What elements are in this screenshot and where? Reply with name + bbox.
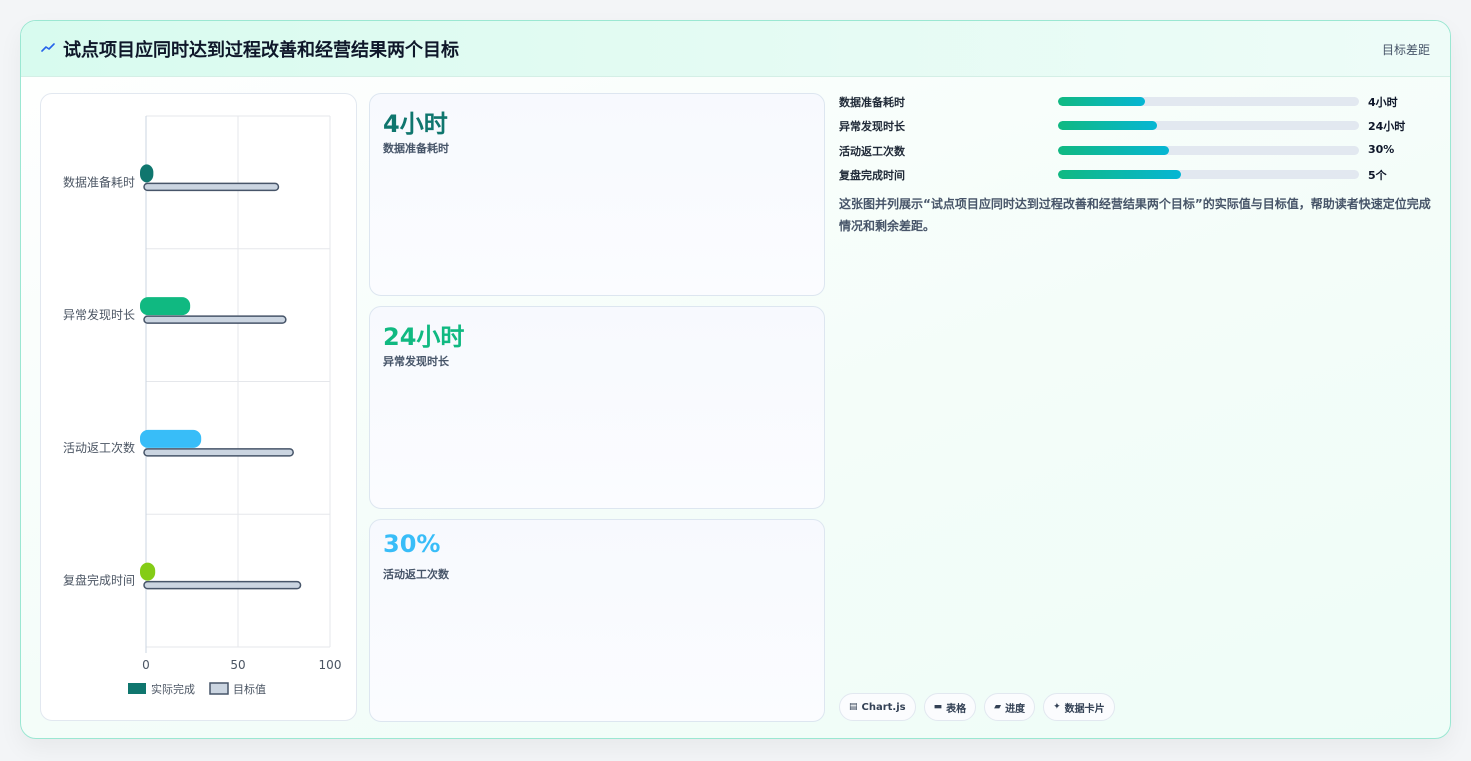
tag-label: 进度 xyxy=(1005,703,1026,715)
progress-row: 活动返工次数 30% xyxy=(839,143,1439,159)
tag-list: ▤ Chart.js ▬ 表格 ▰ 进度 ✦ 数据卡片 xyxy=(839,693,1115,721)
metric-card: 24小时 异常发现时长 xyxy=(369,306,825,509)
metric-label: 异常发现时长 xyxy=(383,355,449,368)
progress-track xyxy=(1058,146,1359,155)
card-header: 试点项目应同时达到过程改善和经营结果两个目标 目标差距 xyxy=(21,21,1450,77)
actual-bar xyxy=(140,429,202,448)
progress-track xyxy=(1058,121,1359,130)
progress-fill xyxy=(1058,170,1182,179)
x-tick-label: 100 xyxy=(319,658,342,672)
table-icon: ▬ xyxy=(933,702,943,712)
y-tick-label: 复盘完成时间 xyxy=(63,573,135,588)
metric-card: 30% 活动返工次数 xyxy=(369,519,825,722)
actual-bar xyxy=(140,297,191,316)
legend-swatch-target xyxy=(209,682,229,695)
target-gap-link[interactable]: 目标差距 xyxy=(1382,41,1430,58)
actual-bar xyxy=(140,164,154,183)
metric-value: 4小时 xyxy=(383,110,448,138)
progress-value: 24小时 xyxy=(1368,120,1406,133)
bar-chart-panel: 数据准备耗时 异常发现时长 活动返工次数 复盘完成时间 0 50 100 实际完成 目标值 xyxy=(40,93,357,721)
progress-fill xyxy=(1058,121,1158,130)
progress-row: 异常发现时长 24小时 xyxy=(839,118,1439,134)
target-bar xyxy=(143,580,302,590)
tag-progress[interactable]: ▰ 进度 xyxy=(984,693,1036,721)
y-tick-label: 活动返工次数 xyxy=(63,440,135,455)
progress-label: 数据准备耗时 xyxy=(839,96,905,109)
metric-label: 活动返工次数 xyxy=(383,568,449,581)
progress-track xyxy=(1058,170,1359,179)
legend-label: 目标值 xyxy=(233,682,266,696)
metric-card: 4小时 数据准备耗时 xyxy=(369,93,825,296)
progress-track xyxy=(1058,97,1359,106)
progress-value: 30% xyxy=(1368,143,1395,156)
tag-label: 表格 xyxy=(946,703,967,715)
chart-icon: ▤ xyxy=(849,702,858,712)
legend-swatch-actual xyxy=(128,683,146,694)
y-tick-label: 数据准备耗时 xyxy=(63,174,135,189)
y-tick-label: 异常发现时长 xyxy=(63,307,135,322)
progress-label: 异常发现时长 xyxy=(839,120,905,133)
tag-label: Chart.js xyxy=(861,701,906,713)
progress-fill xyxy=(1058,146,1170,155)
progress-label: 复盘完成时间 xyxy=(839,169,905,182)
progress-row: 数据准备耗时 4小时 xyxy=(839,94,1439,110)
progress-icon: ▰ xyxy=(994,702,1002,712)
target-bar xyxy=(143,182,280,192)
metric-value: 30% xyxy=(383,530,441,558)
actual-bar xyxy=(140,562,156,581)
tag-chartjs[interactable]: ▤ Chart.js xyxy=(839,693,916,721)
progress-row: 复盘完成时间 5个 xyxy=(839,167,1439,183)
main-card: 试点项目应同时达到过程改善和经营结果两个目标 目标差距 数据准备耗时 异常发现时长… xyxy=(20,20,1451,739)
metric-label: 数据准备耗时 xyxy=(383,142,449,155)
tag-table[interactable]: ▬ 表格 xyxy=(923,693,977,721)
chart-description: 这张图并列展示“试点项目应同时达到过程改善和经营结果两个目标”的实际值与目标值，… xyxy=(839,197,1431,233)
legend-label: 实际完成 xyxy=(151,682,195,696)
sparkle-icon: ✦ xyxy=(1053,702,1061,712)
target-bar xyxy=(143,315,287,324)
progress-fill xyxy=(1058,97,1146,106)
progress-value: 4小时 xyxy=(1368,96,1398,109)
progress-value: 5个 xyxy=(1368,169,1387,182)
page-title: 试点项目应同时达到过程改善和经营结果两个目标 xyxy=(63,40,459,61)
metric-value: 24小时 xyxy=(383,323,465,351)
bar-chart: 数据准备耗时异常发现时长活动返工次数复盘完成时间 0 50 100 实际完成 目标值 xyxy=(63,115,342,696)
progress-label: 活动返工次数 xyxy=(839,145,905,158)
target-bar xyxy=(143,448,294,457)
x-tick-label: 0 xyxy=(142,658,150,672)
trend-icon xyxy=(41,43,55,52)
x-tick-label: 50 xyxy=(230,658,245,672)
tag-data-cards[interactable]: ✦ 数据卡片 xyxy=(1043,693,1115,721)
tag-label: 数据卡片 xyxy=(1064,703,1105,715)
